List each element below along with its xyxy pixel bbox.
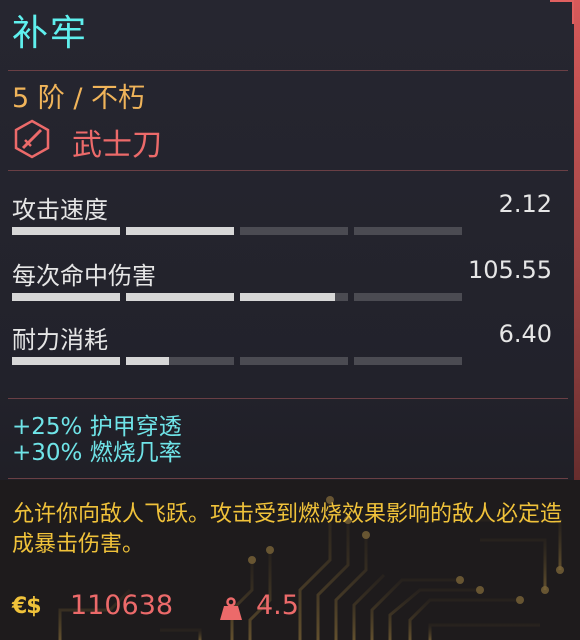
stat-bar-segment (240, 357, 348, 365)
divider (8, 478, 568, 479)
stat-bar-fill (240, 293, 336, 301)
stat-value-damage-per-hit: 105.55 (468, 256, 552, 284)
eddies-icon: €$ (12, 594, 42, 619)
stat-bar-segment (126, 227, 234, 235)
stat-bar-segment (126, 293, 234, 301)
item-footer: €$ 110638 4.5 (12, 590, 332, 630)
divider (8, 398, 568, 399)
mod-list: +25% 护甲穿透 +30% 燃烧几率 (12, 414, 182, 466)
stat-bar-fill (12, 293, 120, 301)
item-weight: 4.5 (256, 590, 299, 621)
stat-bar-segment (12, 293, 120, 301)
stat-label-stamina-cost: 耐力消耗 (12, 326, 108, 354)
stat-label-damage-per-hit: 每次命中伤害 (12, 262, 156, 290)
stat-bar-segment (126, 357, 234, 365)
mod-armor-penetration: +25% 护甲穿透 (12, 414, 182, 440)
stat-bar-attack-speed (12, 227, 464, 235)
tooltip-frame-corner (550, 0, 574, 24)
item-description: 允许你向敌人飞跃。攻击受到燃烧效果影响的敌人必定造成暴击伤害。 (12, 502, 563, 557)
stat-bar-segment (12, 357, 120, 365)
divider (8, 170, 568, 171)
stat-value-attack-speed: 2.12 (498, 190, 552, 218)
weight-icon (220, 597, 242, 620)
stat-bar-segment (354, 227, 462, 235)
divider (8, 70, 568, 71)
mod-burn-chance: +30% 燃烧几率 (12, 440, 182, 466)
stat-bar-segment (240, 227, 348, 235)
stat-bar-segment (12, 227, 120, 235)
stat-bar-fill (126, 227, 234, 235)
stat-value-stamina-cost: 6.40 (498, 320, 552, 348)
stat-label-attack-speed: 攻击速度 (12, 196, 108, 224)
item-price: 110638 (70, 590, 174, 621)
item-name: 补牢 (12, 13, 89, 54)
stat-bar-stamina-cost (12, 357, 464, 365)
stat-bar-segment (240, 293, 348, 301)
stat-bar-fill (12, 357, 120, 365)
stat-bar-fill (126, 357, 170, 365)
weapon-type: 武士刀 (72, 128, 162, 163)
stat-bar-damage-per-hit (12, 293, 464, 301)
katana-hex-icon (14, 119, 50, 159)
stat-bar-fill (12, 227, 120, 235)
stat-bar-segment (354, 293, 462, 301)
item-tier: 5 阶 / 不朽 (12, 83, 146, 114)
stat-bar-fill (126, 293, 234, 301)
item-tooltip: 补牢 5 阶 / 不朽 武士刀 攻击速度 2.12 每次命中伤害 105.55 … (0, 0, 580, 640)
stat-bar-segment (354, 357, 462, 365)
